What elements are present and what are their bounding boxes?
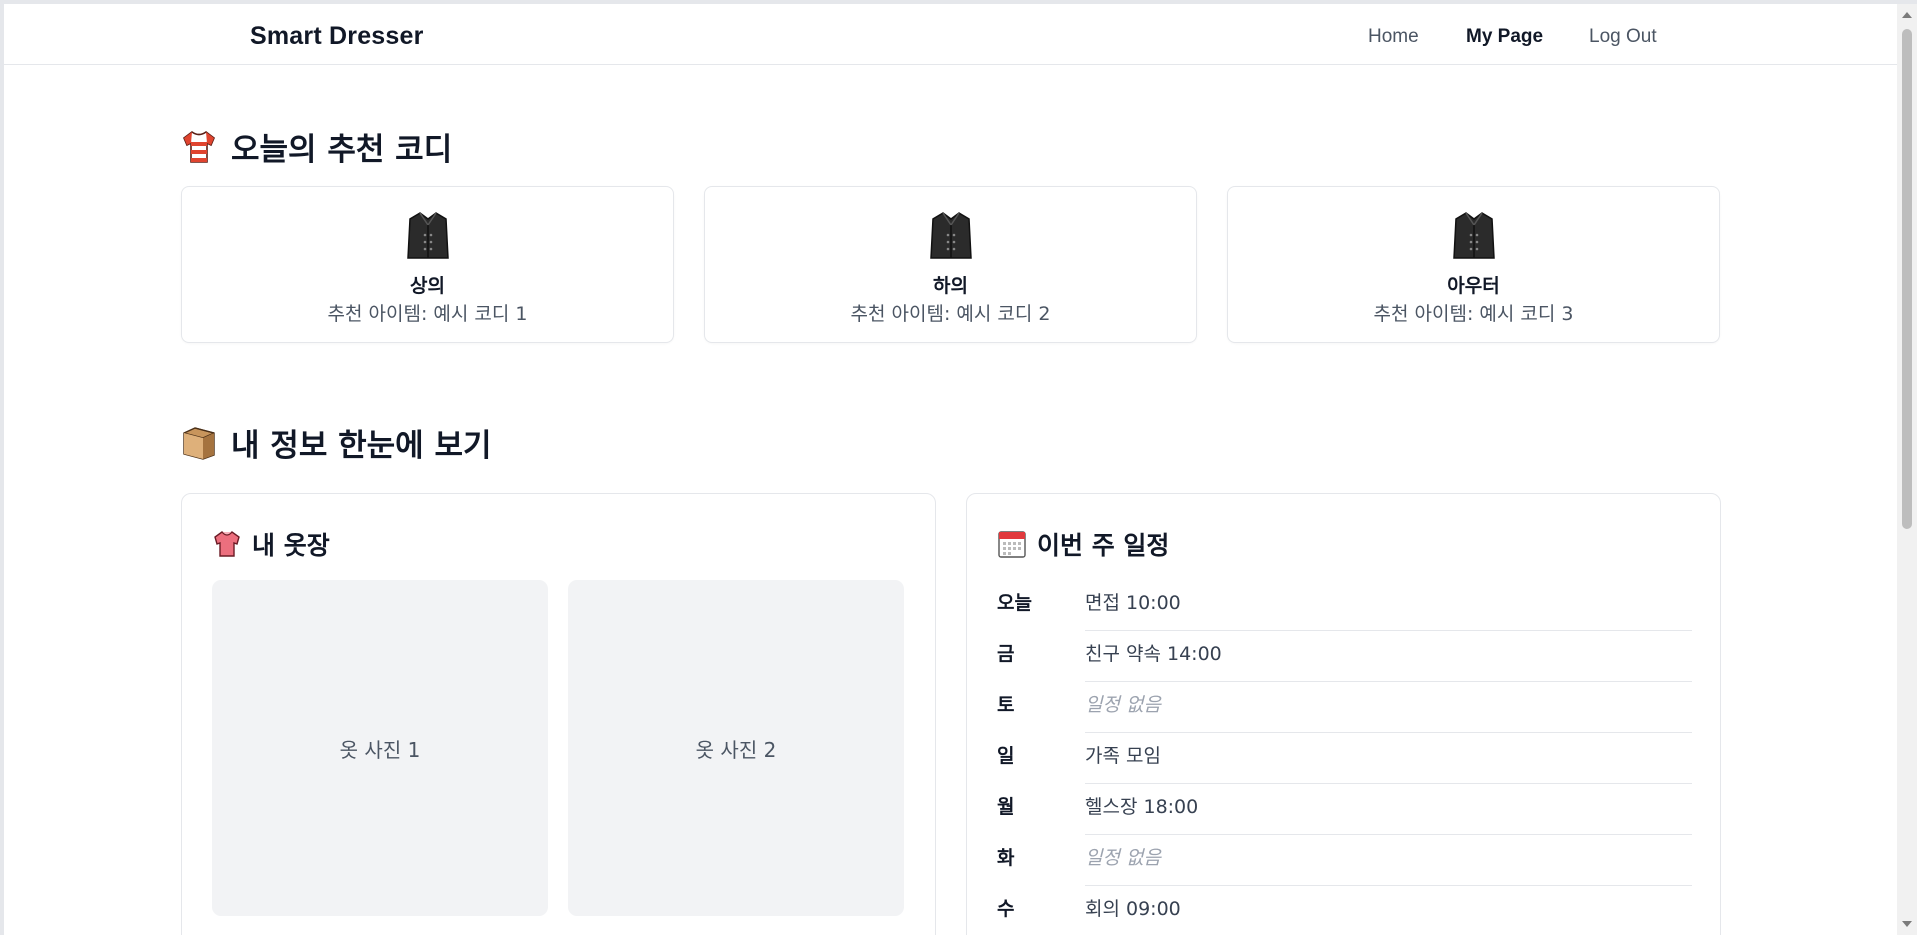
schedule-text: 회의 09:00 [1085, 898, 1181, 920]
scroll-up-arrow-icon[interactable] [1902, 12, 1912, 18]
recommend-card-top[interactable]: 상의 추천 아이템: 예시 코디 1 [181, 186, 674, 343]
top-navbar: Smart Dresser Home My Page Log Out [4, 4, 1897, 65]
schedule-text: 면접 10:00 [1085, 592, 1181, 614]
schedule-row-wed: 수 회의 09:00 [997, 886, 1692, 935]
recommend-item-text: 추천 아이템: 예시 코디 3 [1373, 303, 1574, 325]
nav-home-link[interactable]: Home [1368, 26, 1419, 48]
schedule-day: 금 [997, 643, 1015, 665]
closet-title-text: 내 옷장 [252, 531, 330, 560]
closet-photo-2[interactable]: 옷 사진 2 [568, 580, 904, 916]
schedule-row-today: 오늘 면접 10:00 [997, 580, 1692, 631]
schedule-text: 일정 없음 [1085, 847, 1161, 869]
schedule-title-text: 이번 주 일정 [1037, 531, 1170, 560]
schedule-row-mon: 월 헬스장 18:00 [997, 784, 1692, 835]
schedule-text: 헬스장 18:00 [1085, 796, 1199, 818]
schedule-title: 이번 주 일정 [997, 526, 1169, 562]
closet-photo-label: 옷 사진 1 [339, 737, 421, 762]
coat-icon [1452, 212, 1495, 259]
schedule-text: 가족 모임 [1085, 745, 1161, 767]
brand-logo-text[interactable]: Smart Dresser [250, 22, 424, 51]
blouse-icon [214, 531, 240, 557]
recommend-card-outer[interactable]: 아우터 추천 아이템: 예시 코디 3 [1227, 186, 1720, 343]
schedule-day: 일 [997, 745, 1015, 767]
recommend-category: 아우터 [1447, 275, 1500, 297]
recommend-category: 하의 [933, 275, 968, 297]
schedule-day: 화 [997, 847, 1015, 869]
recommend-card-bottom[interactable]: 하의 추천 아이템: 예시 코디 2 [704, 186, 1197, 343]
recommend-category: 상의 [410, 275, 445, 297]
schedule-row-tue: 화 일정 없음 [997, 835, 1692, 886]
schedule-day: 토 [997, 694, 1015, 716]
schedule-row-sun: 일 가족 모임 [997, 733, 1692, 784]
nav-logout-link[interactable]: Log Out [1589, 26, 1657, 48]
recommend-section-title: 오늘의 추천 코디 [181, 124, 452, 169]
schedule-row-sat: 토 일정 없음 [997, 682, 1692, 733]
calendar-icon [998, 531, 1026, 558]
recommend-item-text: 추천 아이템: 예시 코디 1 [327, 303, 528, 325]
recommend-title-text: 오늘의 추천 코디 [231, 132, 453, 168]
overview-title-text: 내 정보 한눈에 보기 [231, 428, 492, 464]
weekly-schedule-panel: 이번 주 일정 오늘 면접 10:00 금 친구 약속 14:00 토 일정 없… [966, 493, 1721, 935]
overview-section-title: 내 정보 한눈에 보기 [181, 420, 492, 465]
nav-mypage-link[interactable]: My Page [1466, 26, 1543, 48]
coat-icon [406, 212, 449, 259]
closet-photo-1[interactable]: 옷 사진 1 [212, 580, 548, 916]
my-closet-panel: 내 옷장 옷 사진 1 옷 사진 2 [181, 493, 936, 935]
closet-title: 내 옷장 [212, 526, 330, 562]
scroll-down-arrow-icon[interactable] [1902, 921, 1912, 927]
shirt-icon [183, 130, 215, 163]
schedule-text: 친구 약속 14:00 [1085, 643, 1222, 665]
recommend-item-text: 추천 아이템: 예시 코디 2 [850, 303, 1051, 325]
schedule-day: 오늘 [997, 592, 1032, 614]
package-icon [183, 426, 215, 460]
schedule-text: 일정 없음 [1085, 694, 1161, 716]
closet-photo-label: 옷 사진 2 [695, 737, 777, 762]
schedule-day: 월 [997, 796, 1015, 818]
vertical-scrollbar[interactable] [1897, 4, 1917, 935]
coat-icon [929, 212, 972, 259]
scrollbar-thumb[interactable] [1902, 29, 1912, 529]
schedule-day: 수 [997, 898, 1015, 920]
schedule-row-fri: 금 친구 약속 14:00 [997, 631, 1692, 682]
